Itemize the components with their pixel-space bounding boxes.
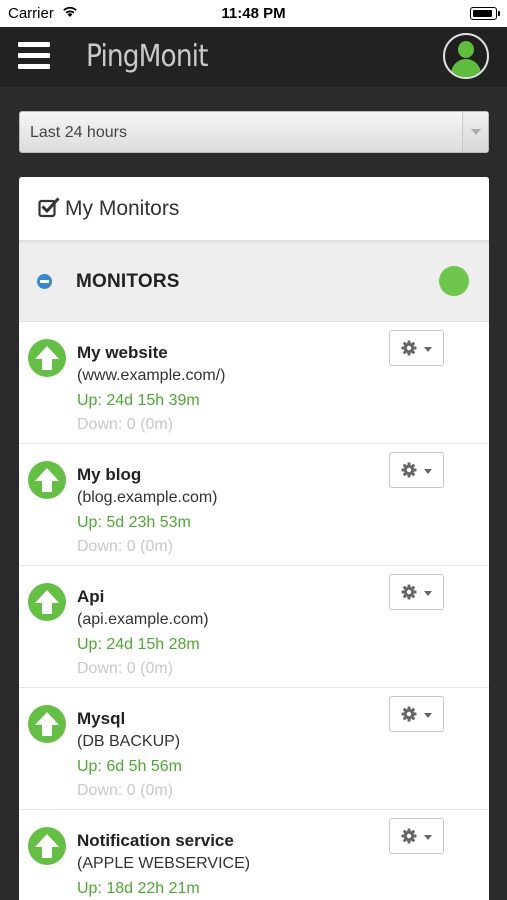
arrow-up-icon: [28, 827, 66, 865]
time-range-select[interactable]: Last 24 hours: [19, 111, 489, 153]
monitor-host: (www.example.com/): [77, 367, 226, 384]
monitor-settings-button[interactable]: [389, 574, 444, 610]
gear-icon: [401, 584, 417, 605]
monitor-name: My website: [77, 343, 168, 362]
gear-icon: [401, 462, 417, 483]
monitor-name: Mysql: [77, 709, 126, 728]
gear-icon: [401, 340, 417, 361]
monitor-host: (DB BACKUP): [77, 733, 181, 750]
caret-down-icon: [424, 713, 432, 718]
group-title: MONITORS: [76, 271, 180, 292]
monitor-name: Notification service: [77, 831, 234, 850]
caret-down-icon: [424, 835, 432, 840]
group-status-dot: [439, 266, 469, 296]
panel-title: My Monitors: [65, 197, 180, 220]
monitor-settings-button[interactable]: [389, 818, 444, 854]
monitor-uptime: Up: 6d 5h 56m: [77, 758, 182, 775]
time-range-value: Last 24 hours: [30, 124, 127, 141]
monitor-row[interactable]: Api (api.example.com) Up: 24d 15h 28m Do…: [19, 566, 489, 688]
arrow-up-icon: [28, 583, 66, 621]
monitor-row[interactable]: My blog (blog.example.com) Up: 5d 23h 53…: [19, 444, 489, 566]
monitor-host: (blog.example.com): [77, 489, 218, 506]
monitor-settings-button[interactable]: [389, 696, 444, 732]
monitor-name: My blog: [77, 465, 142, 484]
caret-down-icon: [424, 347, 432, 352]
panel-header: My Monitors: [19, 177, 489, 241]
user-avatar-icon[interactable]: [443, 33, 489, 79]
top-navbar: PingMonit: [0, 27, 507, 87]
monitor-downtime: Down: 0 (0m): [77, 782, 174, 799]
chevron-down-icon[interactable]: [462, 112, 488, 152]
ios-status-bar: Carrier 11:48 PM: [0, 0, 507, 27]
gear-icon: [401, 706, 417, 727]
monitor-downtime: Down: 0 (0m): [77, 538, 174, 555]
monitor-group-header[interactable]: MONITORS: [19, 241, 489, 322]
caret-down-icon: [424, 469, 432, 474]
monitor-settings-button[interactable]: [389, 452, 444, 488]
caret-down-icon: [424, 591, 432, 596]
app-brand: PingMonit: [86, 39, 208, 74]
arrow-up-icon: [28, 705, 66, 743]
monitor-row[interactable]: Mysql (DB BACKUP) Up: 6d 5h 56m Down: 0 …: [19, 688, 489, 810]
monitors-panel: My Monitors MONITORS My website (www.exa…: [19, 177, 489, 900]
gear-icon: [401, 828, 417, 849]
monitor-list: My website (www.example.com/) Up: 24d 15…: [19, 322, 489, 900]
hamburger-icon[interactable]: [18, 42, 50, 70]
monitor-name: Api: [77, 587, 105, 606]
monitor-downtime: Down: 0 (0m): [77, 416, 174, 433]
checkbox-checked-icon: [38, 197, 60, 224]
monitor-settings-button[interactable]: [389, 330, 444, 366]
monitor-uptime: Up: 5d 23h 53m: [77, 514, 191, 531]
arrow-up-icon: [28, 339, 66, 377]
arrow-up-icon: [28, 461, 66, 499]
monitor-uptime: Up: 24d 15h 39m: [77, 392, 200, 409]
collapse-icon[interactable]: [37, 274, 52, 289]
monitor-host: (api.example.com): [77, 611, 209, 628]
monitor-row[interactable]: My website (www.example.com/) Up: 24d 15…: [19, 322, 489, 444]
monitor-uptime: Up: 18d 22h 21m: [77, 880, 200, 897]
monitor-row[interactable]: Notification service (APPLE WEBSERVICE) …: [19, 810, 489, 900]
monitor-uptime: Up: 24d 15h 28m: [77, 636, 200, 653]
monitor-downtime: Down: 0 (0m): [77, 660, 174, 677]
clock: 11:48 PM: [221, 5, 286, 22]
monitor-host: (APPLE WEBSERVICE): [77, 855, 251, 872]
battery-icon: [470, 7, 500, 20]
